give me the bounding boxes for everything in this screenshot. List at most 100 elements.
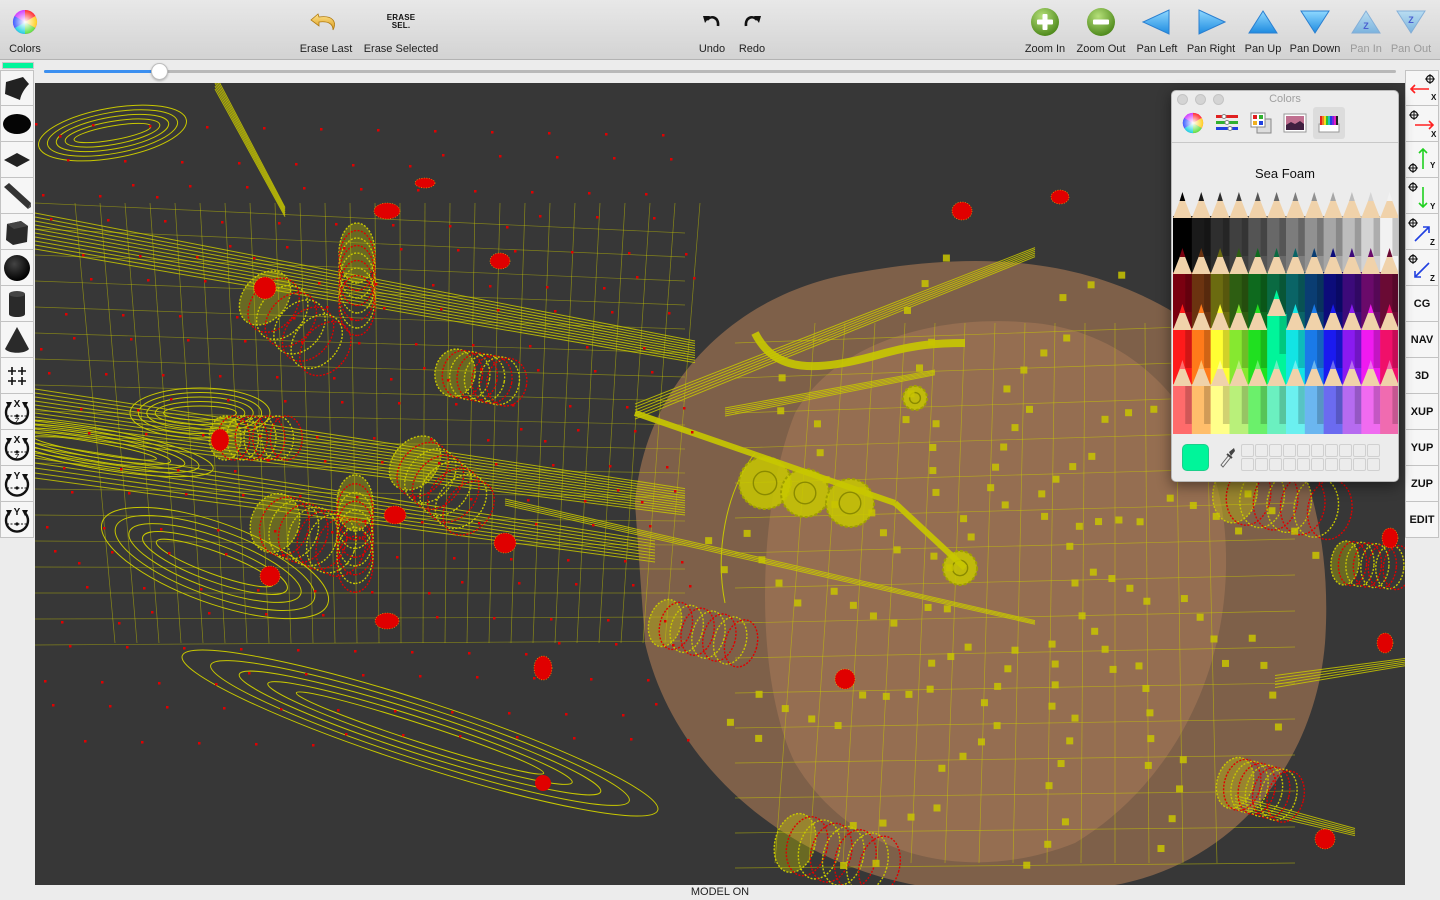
cube-tool-button[interactable] [0, 214, 34, 250]
erase-selected-button[interactable]: ERASE SEL. Erase Selected [361, 4, 441, 58]
pan-out-button[interactable]: Z Pan Out [1388, 4, 1434, 58]
undo-icon [695, 4, 729, 40]
image-icon [1283, 113, 1307, 133]
pod-ellipse [46, 109, 179, 157]
tab-color-palettes[interactable] [1245, 107, 1277, 139]
mesh-vertex [575, 583, 578, 586]
close-window-button[interactable] [1177, 94, 1188, 105]
tab-color-sliders[interactable] [1211, 107, 1243, 139]
cg-button[interactable]: CG [1405, 286, 1439, 322]
wire-strand [214, 88, 286, 217]
plane-tool-button[interactable] [0, 142, 34, 178]
mesh-vertex [664, 620, 667, 623]
tab-pencils[interactable] [1313, 107, 1345, 139]
zoom-window-button[interactable] [1213, 94, 1224, 105]
mesh-vertex [442, 154, 445, 157]
swatch-slot[interactable] [1353, 444, 1366, 457]
yup-button[interactable]: YUP [1405, 430, 1439, 466]
pan-down-button[interactable]: Pan Down [1289, 4, 1341, 58]
eyedropper-icon[interactable] [1218, 446, 1236, 468]
undo-button[interactable]: Undo [696, 4, 728, 58]
mesh-vertex [687, 739, 690, 742]
ellipse-tool-button[interactable] [0, 106, 34, 142]
move-pos-x-button[interactable]: X [1405, 106, 1439, 142]
swatch-slot[interactable] [1311, 444, 1324, 457]
zoom-slider[interactable] [44, 63, 1396, 80]
hull-vertex [903, 306, 911, 314]
rotate-y-cw-button[interactable]: Y [0, 466, 34, 502]
swatch-slot[interactable] [1241, 444, 1254, 457]
pod-ellipse [210, 660, 630, 806]
cone-tool-button[interactable] [0, 322, 34, 358]
svg-text:Y: Y [1430, 161, 1436, 170]
redo-icon [735, 4, 769, 40]
rotate-y-ccw-button[interactable]: Y [0, 502, 34, 538]
sphere-tool-button[interactable] [0, 250, 34, 286]
swatch-slot[interactable] [1255, 458, 1268, 471]
swatch-slot[interactable] [1325, 458, 1338, 471]
move-pos-y-button[interactable]: Y [1405, 142, 1439, 178]
pan-right-button[interactable]: Pan Right [1185, 4, 1237, 58]
swatch-slot[interactable] [1283, 444, 1296, 457]
cylinder-tool-button[interactable] [0, 286, 34, 322]
3d-button[interactable]: 3D [1405, 358, 1439, 394]
swatch-slot[interactable] [1241, 458, 1254, 471]
mesh-vertex [280, 708, 283, 711]
edit-button[interactable]: EDIT [1405, 502, 1439, 538]
swatch-slot[interactable] [1297, 444, 1310, 457]
move-tool-button[interactable] [0, 358, 34, 394]
current-color-well[interactable] [1182, 444, 1209, 471]
mesh-line [35, 616, 686, 620]
swatch-slot[interactable] [1367, 458, 1380, 471]
swatch-slot[interactable] [1269, 444, 1282, 457]
wedge-tool-button[interactable] [0, 178, 34, 214]
hull-vertex [992, 463, 1000, 471]
mesh-vertex [118, 622, 121, 625]
rotate-xz-ccw-button[interactable]: XZ [0, 430, 34, 466]
zoom-out-button[interactable]: Zoom Out [1073, 4, 1129, 58]
rotate-xz-cw-button[interactable]: XZ [0, 394, 34, 430]
hull-vertex [1061, 818, 1069, 826]
erase-last-button[interactable]: Erase Last [298, 4, 354, 58]
slider-thumb[interactable] [150, 63, 168, 80]
mesh-vertex [419, 675, 422, 678]
redo-button[interactable]: Redo [736, 4, 768, 58]
mesh-vertex [592, 524, 595, 527]
move-neg-z-button[interactable]: Z [1405, 250, 1439, 286]
colors-panel-titlebar[interactable]: Colors [1172, 91, 1398, 107]
tab-color-wheel[interactable] [1177, 107, 1209, 139]
swatch-slot[interactable] [1283, 458, 1296, 471]
swatch-slot[interactable] [1367, 444, 1380, 457]
move-neg-x-button[interactable]: X [1405, 70, 1439, 106]
move-neg-y-button[interactable]: Y [1405, 178, 1439, 214]
swatch-slot[interactable] [1297, 458, 1310, 471]
pod-ellipse [64, 118, 161, 148]
ellipse-icon [3, 113, 31, 134]
mesh-vertex [166, 706, 169, 709]
swatch-slot[interactable] [1325, 444, 1338, 457]
zup-button[interactable]: ZUP [1405, 466, 1439, 502]
pan-up-button[interactable]: Pan Up [1242, 4, 1284, 58]
swatch-slot[interactable] [1269, 458, 1282, 471]
pan-in-button[interactable]: Z Pan In [1347, 4, 1385, 58]
minimize-window-button[interactable] [1195, 94, 1206, 105]
move-pos-z-button[interactable]: Z [1405, 214, 1439, 250]
swatch-slot[interactable] [1353, 458, 1366, 471]
pan-left-button[interactable]: Pan Left [1134, 4, 1180, 58]
swatch-slot[interactable] [1339, 444, 1352, 457]
zoom-in-button[interactable]: Zoom In [1021, 4, 1069, 58]
swatch-slot[interactable] [1255, 444, 1268, 457]
triangle-left-icon [1140, 4, 1174, 40]
surface-tool-button[interactable] [0, 70, 34, 106]
xup-button[interactable]: XUP [1405, 394, 1439, 430]
swatch-slot[interactable] [1339, 458, 1352, 471]
hull-vertex [929, 444, 937, 452]
mesh-vertex [248, 672, 251, 675]
tab-image-palettes[interactable] [1279, 107, 1311, 139]
colors-button[interactable]: Colors [4, 4, 46, 58]
hull-vertex [872, 859, 880, 867]
hull-vertex [964, 643, 972, 651]
nav-button[interactable]: NAV [1405, 322, 1439, 358]
current-color-strip[interactable] [2, 62, 34, 69]
swatch-slot[interactable] [1311, 458, 1324, 471]
